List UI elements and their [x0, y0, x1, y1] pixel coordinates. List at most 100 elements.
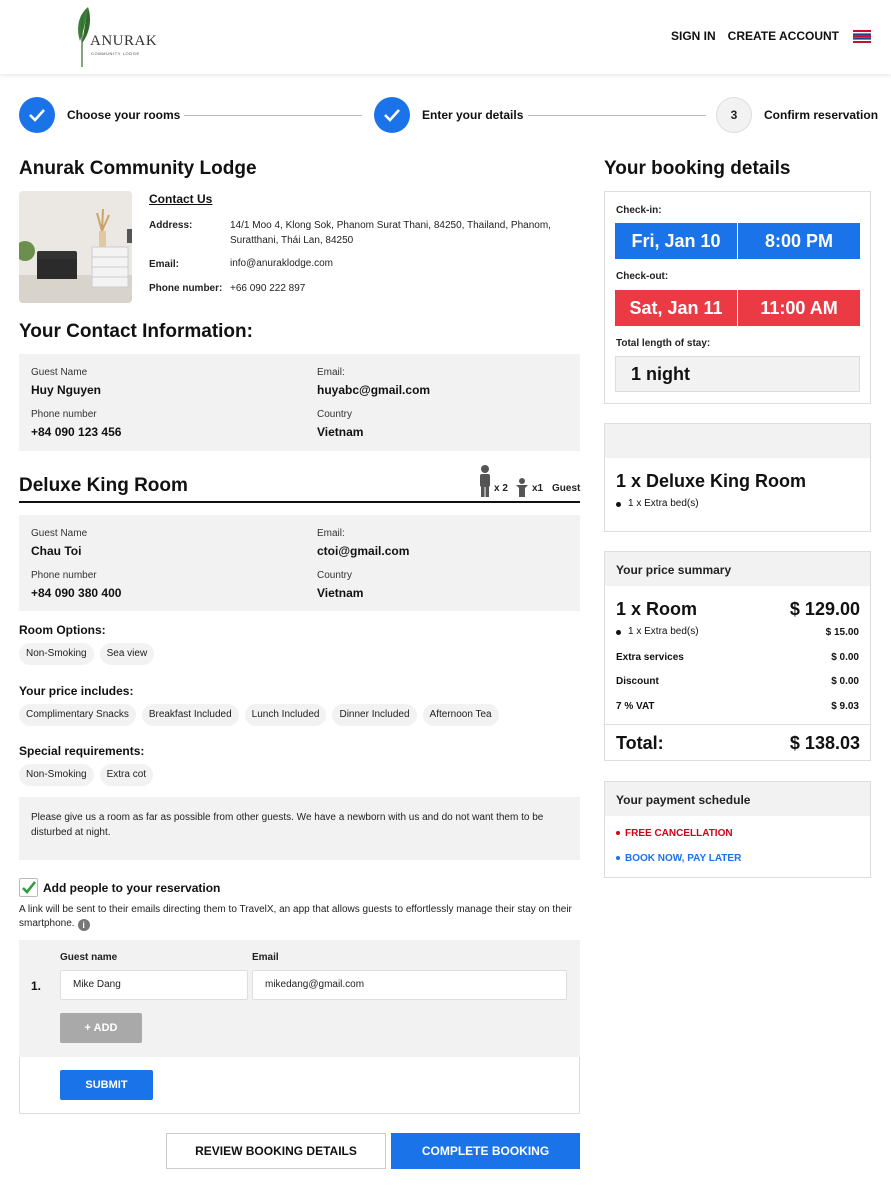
- include-chip: Dinner Included: [332, 704, 417, 726]
- checkin-date: Fri, Jan 10: [615, 223, 737, 259]
- room-guest-box: Guest Name Chau Toi Email: ctoi@gmail.co…: [19, 515, 580, 611]
- phone-label: Phone number:: [149, 283, 223, 294]
- add-people-desc-text: A link will be sent to their emails dire…: [19, 904, 572, 929]
- create-account-link[interactable]: CREATE ACCOUNT: [728, 29, 839, 43]
- complete-booking-button[interactable]: COMPLETE BOOKING: [391, 1133, 580, 1169]
- contact-info-box: Guest Name Huy Nguyen Email: huyabc@gmai…: [19, 354, 580, 451]
- room-summary-extra: 1 x Extra bed(s): [628, 498, 699, 509]
- guest-name-value: Huy Nguyen: [31, 383, 102, 397]
- room-price-value: $ 129.00: [789, 599, 860, 619]
- booking-details-title: Your booking details: [604, 158, 791, 179]
- logo-text: ANURAK: [90, 33, 158, 49]
- email-value: ctoi@gmail.com: [317, 544, 410, 558]
- special-requirements-chips: Non-Smoking Extra cot: [19, 764, 154, 786]
- contact-us-link[interactable]: Contact Us: [149, 192, 212, 206]
- check-icon: [384, 109, 400, 122]
- email-label: Email:: [149, 259, 180, 270]
- step-2-done[interactable]: [374, 97, 410, 133]
- room-price-label: 1 x Room: [616, 599, 698, 619]
- address-label: Address:: [149, 220, 193, 231]
- step-1-label: Choose your rooms: [67, 108, 181, 122]
- guest-email-input[interactable]: mikedang@gmail.com: [252, 970, 567, 1000]
- country-label: Country: [317, 570, 353, 581]
- guest-name-input[interactable]: Mike Dang: [60, 970, 248, 1000]
- guest-label: Guest: [552, 483, 581, 494]
- extra-bed-label: 1 x Extra bed(s): [628, 626, 699, 637]
- checkout-label: Check-out:: [616, 271, 669, 282]
- info-icon[interactable]: i: [77, 919, 90, 931]
- phone-value: +84 090 123 456: [31, 425, 122, 439]
- bullet-icon: [616, 630, 621, 635]
- add-people-description: A link will be sent to their emails dire…: [19, 903, 584, 931]
- email-value[interactable]: info@anuraklodge.com: [230, 256, 333, 271]
- header-nav: SIGN IN CREATE ACCOUNT: [671, 29, 871, 43]
- option-chip: Sea view: [99, 643, 155, 665]
- book-now-pay-later-text: BOOK NOW, PAY LATER: [625, 853, 742, 864]
- step-3-number[interactable]: 3: [716, 97, 752, 133]
- submit-button[interactable]: SUBMIT: [60, 1070, 153, 1100]
- room-summary-title: 1 x Deluxe King Room: [616, 471, 807, 491]
- room-divider: [19, 501, 580, 503]
- length-of-stay-value: 1 night: [615, 356, 860, 392]
- discount-label: Discount: [616, 676, 659, 687]
- checkout-time: 11:00 AM: [738, 290, 860, 326]
- phone-label: Phone number: [31, 570, 97, 581]
- child-count: x1: [532, 483, 544, 494]
- review-booking-button[interactable]: REVIEW BOOKING DETAILS: [166, 1133, 386, 1169]
- free-cancellation-text: FREE CANCELLATION: [625, 828, 733, 839]
- language-flag-icon[interactable]: [853, 29, 871, 43]
- bullet-icon: [616, 502, 621, 507]
- special-chip: Extra cot: [99, 764, 154, 786]
- room-options-chips: Non-Smoking Sea view: [19, 643, 155, 665]
- email-label: Email:: [317, 528, 345, 539]
- country-value: Vietnam: [317, 586, 364, 600]
- include-chip: Afternoon Tea: [422, 704, 499, 726]
- checkout-date: Sat, Jan 11: [615, 290, 737, 326]
- special-chip: Non-Smoking: [19, 764, 94, 786]
- lodge-photo: [19, 191, 132, 303]
- guest-name-column: Guest name: [60, 952, 118, 963]
- country-label: Country: [317, 409, 353, 420]
- price-includes-chips: Complimentary Snacks Breakfast Included …: [19, 704, 499, 726]
- guest-name-value: Chau Toi: [31, 544, 82, 558]
- anurak-logo[interactable]: ANURAK COMMUNITY LODGE: [72, 5, 157, 67]
- price-summary-title: Your price summary: [616, 563, 732, 577]
- extra-bed-value: $ 15.00: [825, 627, 859, 638]
- email-value: huyabc@gmail.com: [317, 383, 431, 397]
- phone-value: +84 090 380 400: [31, 586, 122, 600]
- country-value: Vietnam: [317, 425, 364, 439]
- length-of-stay-label: Total length of stay:: [616, 338, 711, 349]
- option-chip: Non-Smoking: [19, 643, 94, 665]
- logo-subtext: COMMUNITY LODGE: [91, 51, 140, 56]
- checkmark-icon: [22, 881, 37, 894]
- add-guest-button[interactable]: + ADD: [60, 1013, 142, 1043]
- blue-dot-icon: [616, 856, 620, 860]
- red-dot-icon: [616, 831, 620, 835]
- top-header: ANURAK COMMUNITY LODGE SIGN IN CREATE AC…: [0, 0, 891, 74]
- include-chip: Lunch Included: [244, 704, 327, 726]
- payment-schedule-title: Your payment schedule: [616, 793, 751, 807]
- email-label: Email:: [317, 367, 345, 378]
- adult-icon: [480, 465, 490, 497]
- checkin-label: Check-in:: [616, 205, 662, 216]
- total-label: Total:: [616, 733, 664, 753]
- add-people-checkbox[interactable]: [19, 878, 38, 897]
- price-includes-title: Your price includes:: [19, 684, 134, 698]
- child-icon: [516, 478, 528, 497]
- checkin-time: 8:00 PM: [738, 223, 860, 259]
- phone-value[interactable]: +66 090 222 897: [230, 281, 305, 296]
- step-1-done[interactable]: [19, 97, 55, 133]
- email-column: Email: [252, 952, 279, 963]
- vat-value: $ 9.03: [831, 701, 859, 712]
- address-value: 14/1 Moo 4, Klong Sok, Phanom Surat Than…: [230, 220, 551, 246]
- room-options-title: Room Options:: [19, 623, 106, 637]
- check-icon: [29, 109, 45, 122]
- guest-name-label: Guest Name: [31, 367, 88, 378]
- contact-info-title: Your Contact Information:: [19, 321, 253, 342]
- extra-services-value: $ 0.00: [831, 652, 859, 663]
- step-divider: [184, 115, 362, 116]
- adult-count: x 2: [494, 483, 508, 494]
- include-chip: Breakfast Included: [141, 704, 239, 726]
- sign-in-link[interactable]: SIGN IN: [671, 29, 716, 43]
- room-title: Deluxe King Room: [19, 475, 188, 496]
